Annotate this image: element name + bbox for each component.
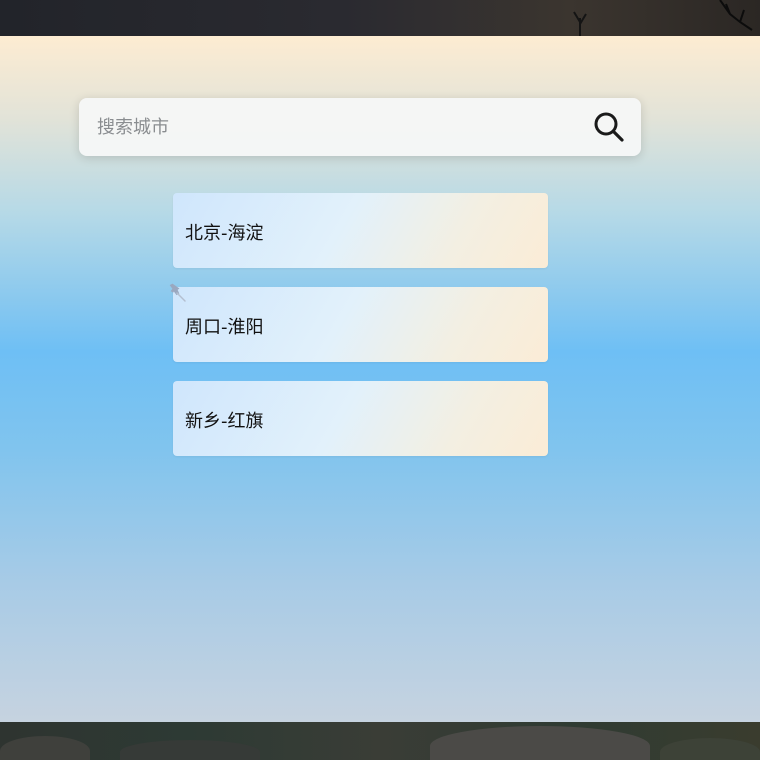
city-label: 新乡-红旗: [185, 411, 264, 432]
plant-silhouette: [573, 11, 587, 36]
city-card[interactable]: 周口-淮阳: [173, 287, 548, 362]
background-photo-top: [0, 0, 760, 36]
rock-shape: [660, 738, 760, 760]
search-button[interactable]: [591, 109, 627, 145]
search-input[interactable]: [97, 112, 577, 142]
city-card[interactable]: 北京-海淀: [173, 193, 548, 268]
rock-shape: [120, 740, 260, 760]
city-label: 周口-淮阳: [185, 317, 264, 338]
main-panel: [0, 36, 760, 722]
search-icon: [594, 112, 624, 142]
search-bar: [79, 98, 641, 156]
city-card[interactable]: 新乡-红旗: [173, 381, 548, 456]
rock-shape: [430, 726, 650, 760]
rock-shape: [0, 736, 90, 760]
branch-silhouette: [719, 0, 753, 31]
pin-icon[interactable]: [165, 280, 189, 304]
city-label: 北京-海淀: [185, 223, 264, 244]
background-photo-bottom: [0, 722, 760, 760]
